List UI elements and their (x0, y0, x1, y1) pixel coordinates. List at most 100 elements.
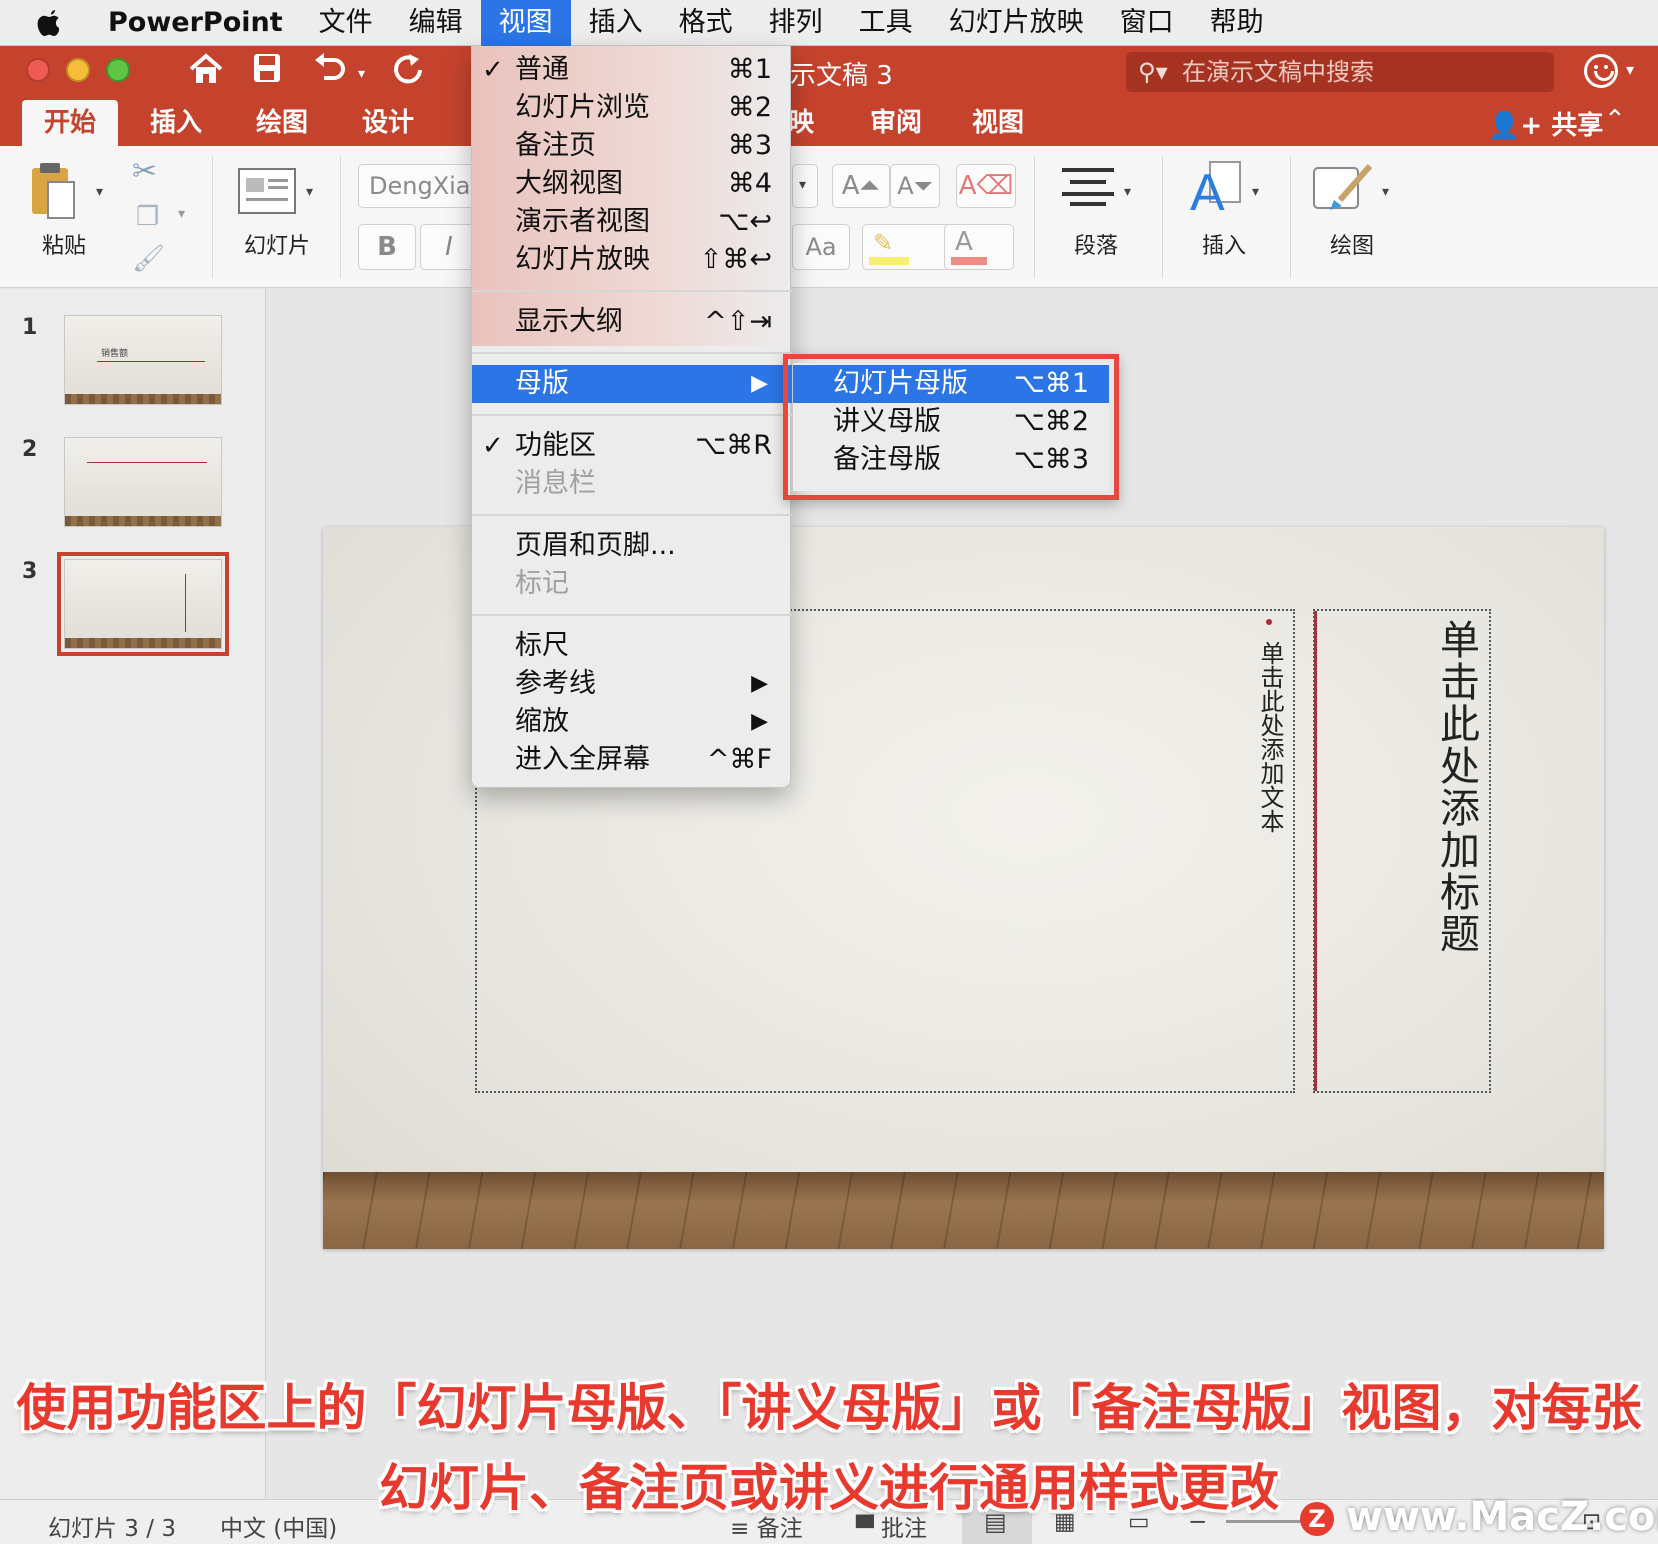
new-slide-icon[interactable] (238, 168, 296, 218)
insert-textbox-icon[interactable]: A (1188, 158, 1246, 222)
paste-dropdown-icon[interactable]: ▾ (96, 184, 103, 200)
font-name-field[interactable]: DengXian (358, 164, 478, 208)
menu-item-outline-view[interactable]: 大纲视图 ⌘4 (472, 165, 792, 203)
menu-item-slide-show[interactable]: 幻灯片放映 ⇧⌘↩ (472, 241, 792, 279)
menu-arrange[interactable]: 排列 (751, 0, 841, 46)
draw-dropdown-icon[interactable]: ▾ (1382, 184, 1389, 200)
master-submenu: 幻灯片母版 ⌥⌘1 讲义母版 ⌥⌘2 备注母版 ⌥⌘3 (793, 363, 1109, 491)
menu-item-label: 标尺 (515, 630, 569, 661)
font-grow-icon: A⏶ (841, 171, 881, 201)
menu-slideshow[interactable]: 幻灯片放映 (931, 0, 1102, 46)
cut-icon[interactable]: ✂ (132, 154, 157, 189)
paste-label: 粘贴 (42, 234, 87, 259)
highlighter-icon: ✎ (873, 229, 894, 257)
paste-icon[interactable] (28, 160, 80, 224)
menu-item-notes-page[interactable]: 备注页 ⌘3 (472, 127, 792, 165)
tab-review[interactable]: 审阅 (848, 100, 944, 146)
draw-label: 绘图 (1330, 234, 1375, 259)
tab-insert[interactable]: 插入 (128, 100, 224, 146)
font-color-swatch (951, 257, 987, 265)
undo-dropdown-icon[interactable]: ▾ (358, 66, 365, 82)
menu-item-label: 大纲视图 (515, 168, 623, 199)
slide-number: 1 (22, 315, 38, 340)
menu-file[interactable]: 文件 (301, 0, 391, 46)
menu-item-shortcut: ^⇧⇥ (704, 306, 772, 337)
search-placeholder: 在演示文稿中搜索 (1182, 58, 1374, 86)
menu-item-slide-sorter[interactable]: 幻灯片浏览 ⌘2 (472, 89, 792, 127)
menu-item-header-footer[interactable]: 页眉和页脚... (472, 527, 792, 565)
home-icon[interactable] (188, 52, 224, 93)
watermark-text: www.MacZ.com (1346, 1494, 1658, 1540)
slide-thumbnail-1[interactable]: 销售额 (64, 315, 222, 405)
submenu-item-notes-master[interactable]: 备注母版 ⌥⌘3 (793, 441, 1109, 479)
tab-design[interactable]: 设计 (340, 100, 436, 146)
change-case-button[interactable]: Aa (792, 224, 850, 270)
zoom-window-button[interactable] (106, 58, 130, 82)
menu-edit[interactable]: 编辑 (391, 0, 481, 46)
tab-view[interactable]: 视图 (950, 100, 1046, 146)
ribbon-separator (340, 156, 341, 278)
bold-button[interactable]: B (358, 224, 416, 270)
menu-help[interactable]: 帮助 (1192, 0, 1282, 46)
menu-item-markup: 标记 (472, 565, 792, 603)
feedback-dropdown-icon[interactable]: ▾ (1626, 60, 1634, 79)
redo-icon[interactable] (392, 52, 426, 93)
menu-insert[interactable]: 插入 (571, 0, 661, 46)
menu-item-enter-full-screen[interactable]: 进入全屏幕 ^⌘F (472, 741, 792, 779)
submenu-arrow-icon: ▶ (751, 371, 768, 396)
menu-app-powerpoint[interactable]: PowerPoint (86, 0, 301, 46)
paragraph-dropdown-icon[interactable]: ▾ (1124, 184, 1131, 200)
submenu-item-slide-master[interactable]: 幻灯片母版 ⌥⌘1 (793, 365, 1109, 403)
menu-item-normal[interactable]: ✓ 普通 ⌘1 (472, 51, 792, 89)
tab-draw[interactable]: 绘图 (234, 100, 330, 146)
slide-number: 3 (22, 559, 38, 584)
save-icon[interactable] (252, 52, 282, 91)
font-size-dropdown[interactable]: ▾ (792, 164, 818, 208)
slide-thumbnail-2[interactable] (64, 437, 222, 527)
submenu-item-handout-master[interactable]: 讲义母版 ⌥⌘2 (793, 403, 1109, 441)
decrease-font-size-button[interactable]: A⏷ (890, 164, 940, 208)
menu-item-guides[interactable]: 参考线 ▶ (472, 665, 792, 703)
search-input[interactable]: ⚲▾ 在演示文稿中搜索 (1126, 52, 1554, 92)
slide-thumbnail-3[interactable] (57, 552, 229, 656)
checkmark-icon: ✓ (482, 431, 504, 461)
menu-window[interactable]: 窗口 (1102, 0, 1192, 46)
italic-button[interactable]: I (420, 224, 478, 270)
insert-dropdown-icon[interactable]: ▾ (1252, 184, 1259, 200)
menu-item-ruler[interactable]: 标尺 (472, 627, 792, 665)
menu-view[interactable]: 视图 (480, 0, 571, 46)
menu-item-label: 页眉和页脚... (515, 530, 676, 561)
copy-dropdown-icon[interactable]: ▾ (178, 206, 185, 222)
paragraph-icon[interactable] (1062, 166, 1114, 210)
new-slide-dropdown-icon[interactable]: ▾ (306, 184, 313, 200)
menu-item-label: 备注页 (515, 130, 596, 161)
menu-item-label: 普通 (515, 54, 569, 85)
clear-formatting-button[interactable]: A⌫ (956, 164, 1016, 208)
menu-item-show-outline[interactable]: 显示大纲 ^⇧⇥ (472, 303, 792, 341)
collapse-ribbon-icon[interactable]: ⌃ (1604, 105, 1626, 135)
draw-brush-icon[interactable] (1312, 160, 1374, 218)
format-painter-icon[interactable]: 🖌 (132, 244, 165, 274)
view-menu-dropdown: ✓ 普通 ⌘1 幻灯片浏览 ⌘2 备注页 ⌘3 大纲视图 ⌘4 演示者视图 ⌥↩… (471, 46, 792, 788)
undo-icon[interactable] (312, 52, 346, 91)
feedback-smiley-icon[interactable] (1584, 54, 1618, 88)
menu-item-zoom[interactable]: 缩放 ▶ (472, 703, 792, 741)
copy-icon[interactable]: ❐ (136, 202, 159, 232)
share-button[interactable]: 👤+ 共享 (1488, 105, 1603, 142)
tab-home[interactable]: 开始 (22, 100, 118, 146)
bullet-dot (1266, 619, 1272, 625)
increase-font-size-button[interactable]: A⏶ (832, 164, 890, 208)
title-placeholder[interactable]: 单击此处添加标题 (1313, 609, 1491, 1093)
ribbon-separator (212, 156, 213, 278)
menu-separator (472, 614, 792, 616)
menu-item-shortcut: ⇧⌘↩ (699, 244, 772, 275)
menu-item-presenter-view[interactable]: 演示者视图 ⌥↩ (472, 203, 792, 241)
menu-tools[interactable]: 工具 (841, 0, 931, 46)
font-color-button[interactable]: A (944, 224, 1014, 270)
menu-item-master[interactable]: 母版 ▶ (472, 365, 792, 403)
minimize-window-button[interactable] (66, 58, 90, 82)
close-window-button[interactable] (26, 58, 50, 82)
menu-item-ribbon[interactable]: ✓ 功能区 ⌥⌘R (472, 427, 792, 465)
apple-icon[interactable] (36, 7, 86, 39)
menu-format[interactable]: 格式 (661, 0, 751, 46)
